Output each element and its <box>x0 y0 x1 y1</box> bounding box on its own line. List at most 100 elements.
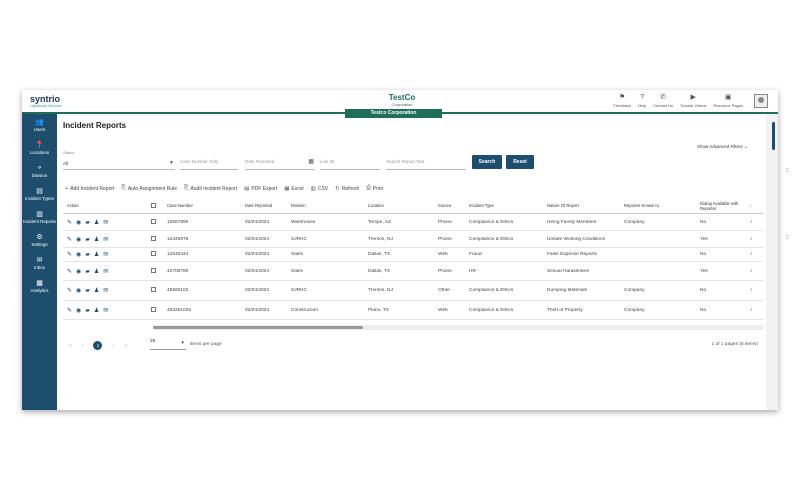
header-dialog-available[interactable]: Dialog Available with Reporter <box>698 201 748 211</box>
reset-button[interactable]: Reset <box>506 155 534 169</box>
view-icon[interactable]: ◉ <box>76 251 81 258</box>
advanced-filters-toggle[interactable]: Show Advanced Filters ⌄ <box>697 144 748 150</box>
view-icon[interactable]: ◉ <box>76 307 81 314</box>
sidebar-item-settings[interactable]: ⚙ Settings <box>22 229 57 252</box>
auto-assign-icon: ⎘ <box>121 185 126 191</box>
last-page-icon[interactable]: » <box>124 343 127 349</box>
header-date-reported[interactable]: Date Reported <box>243 203 289 208</box>
header-nature-of-report[interactable]: Nature Of Report <box>545 203 622 208</box>
table-row[interactable]: ✎ ◉ ▰ ♟ ✉ 42706780 02/04/2024 Sales Dallas, TX Ph… <box>63 262 763 281</box>
select-all-checkbox[interactable] <box>151 202 156 208</box>
folder-icon[interactable]: ▰ <box>85 307 90 314</box>
assign-user-icon[interactable]: ♟ <box>94 268 99 275</box>
folder-icon[interactable]: ▰ <box>85 236 90 243</box>
case-number-input[interactable]: Case Number Only <box>180 156 238 170</box>
comments-icon[interactable]: ✉ <box>103 307 108 314</box>
folder-icon[interactable]: ▰ <box>85 219 90 226</box>
sidebar-item-users[interactable]: 👥 Users <box>22 114 57 137</box>
util-link-tutorial-videos[interactable]: ▶ Tutorial Videos <box>680 93 706 108</box>
row-checkbox[interactable] <box>151 287 156 292</box>
comments-icon[interactable]: ✉ <box>103 219 108 226</box>
comments-icon[interactable]: ✉ <box>103 236 108 243</box>
table-row[interactable]: ✎ ◉ ▰ ♟ ✉ 12645444 02/04/2024 Sales Dallas, TX We… <box>63 248 763 262</box>
assign-user-icon[interactable]: ♟ <box>94 251 99 258</box>
comments-icon[interactable]: ✉ <box>103 268 108 275</box>
folder-icon[interactable]: ▰ <box>85 287 90 294</box>
syntrio-logo[interactable]: syntrio <box>30 94 60 104</box>
vertical-scrollbar[interactable] <box>766 114 778 410</box>
view-icon[interactable]: ◉ <box>76 287 81 294</box>
assign-user-icon[interactable]: ♟ <box>94 287 99 294</box>
header-location[interactable]: Location <box>366 203 436 208</box>
view-icon[interactable]: ◉ <box>76 268 81 275</box>
horizontal-scrollbar-thumb[interactable] <box>153 326 363 329</box>
corporation-tab[interactable]: Testco Corporation <box>345 109 442 118</box>
row-checkbox[interactable] <box>151 306 156 312</box>
row-checkbox[interactable] <box>151 267 156 273</box>
row-checkbox[interactable] <box>151 235 156 241</box>
util-link-contact-us[interactable]: ✆ Contact Us <box>653 93 673 108</box>
toolbar-auto-assignment-rule-button[interactable]: ⎘ Auto Assignment Rule <box>121 185 177 192</box>
edit-icon[interactable]: ✎ <box>67 307 72 314</box>
first-page-icon[interactable]: « <box>69 343 72 349</box>
table-row[interactable]: ✎ ◉ ▰ ♟ ✉ 45560102 02/04/2024 SJRHC Trenton, NJ O… <box>63 281 763 301</box>
users-icon: 👥 <box>35 119 44 126</box>
sidebar-item-inbox[interactable]: ✉ Inbox <box>22 252 57 275</box>
comments-icon[interactable]: ✉ <box>103 287 108 294</box>
folder-icon[interactable]: ▰ <box>85 268 90 275</box>
main-content: Incident Reports Show Advanced Filters ⌄… <box>57 114 778 410</box>
toolbar-print-button[interactable]: ⎙ Print <box>366 185 383 192</box>
sidebar-item-incident-reports[interactable]: ▥ Incident Reports <box>22 206 57 229</box>
folder-icon[interactable]: ▰ <box>85 251 90 258</box>
toolbar-pdf-export-button[interactable]: ▤ PDF Export <box>244 185 277 192</box>
per-page-select[interactable]: 25 ▼ <box>150 339 186 350</box>
comments-icon[interactable]: ✉ <box>103 251 108 258</box>
status-select[interactable]: Status All ▼ <box>63 150 175 170</box>
report-text-input[interactable]: Search Report Text <box>386 156 466 170</box>
sidebar-item-incident-types[interactable]: ▤ Incident Types <box>22 183 57 206</box>
prev-page-icon[interactable]: ‹ <box>82 343 84 349</box>
sidebar-item-locations[interactable]: 📍 Locations <box>22 137 57 160</box>
date-reported-input[interactable]: Date Reported ▦ <box>245 156 315 170</box>
user-avatar[interactable] <box>754 94 768 108</box>
toolbar-refresh-button[interactable]: ↻ Refresh <box>335 185 359 192</box>
toolbar-csv-button[interactable]: ▥ CSV <box>311 185 328 192</box>
toolbar-audit-incident-report-button[interactable]: ⎘ Audit Incident Report <box>184 185 237 192</box>
edit-icon[interactable]: ✎ <box>67 268 72 275</box>
page-number-current[interactable]: 1 <box>93 341 103 350</box>
toolbar-excel-button[interactable]: ▦ Excel <box>284 185 303 192</box>
edit-icon[interactable]: ✎ <box>67 236 72 243</box>
sidebar-item-division[interactable]: ⚬ Division <box>22 160 57 183</box>
cell-case: 463251025 <box>167 307 192 313</box>
edit-icon[interactable]: ✎ <box>67 251 72 258</box>
header-incident-type[interactable]: Incident Type <box>467 203 545 208</box>
calendar-icon[interactable]: ▦ <box>308 158 314 165</box>
search-button[interactable]: Search <box>472 155 502 169</box>
util-link-resource-pages[interactable]: ▣ Resource Pages <box>713 93 743 108</box>
assign-user-icon[interactable]: ♟ <box>94 219 99 226</box>
header-case-number[interactable]: Case Number <box>165 203 243 208</box>
toolbar-add-incident-report-button[interactable]: + Add Incident Report <box>65 185 114 192</box>
util-link-feedback[interactable]: ⚑ Feedback <box>613 93 631 108</box>
table-row[interactable]: ✎ ◉ ▰ ♟ ✉ 12345678 02/04/2024 SJRHC Trenton, NJ P… <box>63 231 763 248</box>
row-checkbox[interactable] <box>151 218 156 224</box>
vertical-scrollbar-thumb[interactable] <box>772 122 775 150</box>
table-row[interactable]: ✎ ◉ ▰ ♟ ✉ 463251025 02/04/2024 Construction Plan… <box>63 301 763 320</box>
assign-user-icon[interactable]: ♟ <box>94 236 99 243</box>
view-icon[interactable]: ◉ <box>76 219 81 226</box>
link-id-input[interactable]: Link ID <box>320 156 380 170</box>
sidebar-item-analytics[interactable]: ▦ Analytics <box>22 275 57 298</box>
assign-user-icon[interactable]: ♟ <box>94 307 99 314</box>
table-row[interactable]: ✎ ◉ ▰ ♟ ✉ 10567890 02/04/2024 Warehouse Tempe, A… <box>63 214 763 231</box>
horizontal-scrollbar[interactable] <box>153 325 763 330</box>
row-checkbox[interactable] <box>151 251 156 256</box>
header-division[interactable]: Division <box>289 203 366 208</box>
header-source[interactable]: Source <box>436 203 467 208</box>
edit-icon[interactable]: ✎ <box>67 219 72 226</box>
edit-icon[interactable]: ✎ <box>67 287 72 294</box>
cell-type: Compliance & Ethics <box>469 288 514 293</box>
next-page-icon[interactable]: › <box>112 343 114 349</box>
view-icon[interactable]: ◉ <box>76 236 81 243</box>
util-link-help[interactable]: ? Help <box>638 93 646 108</box>
header-reporter-known[interactable]: Reporter Known to <box>622 203 698 208</box>
